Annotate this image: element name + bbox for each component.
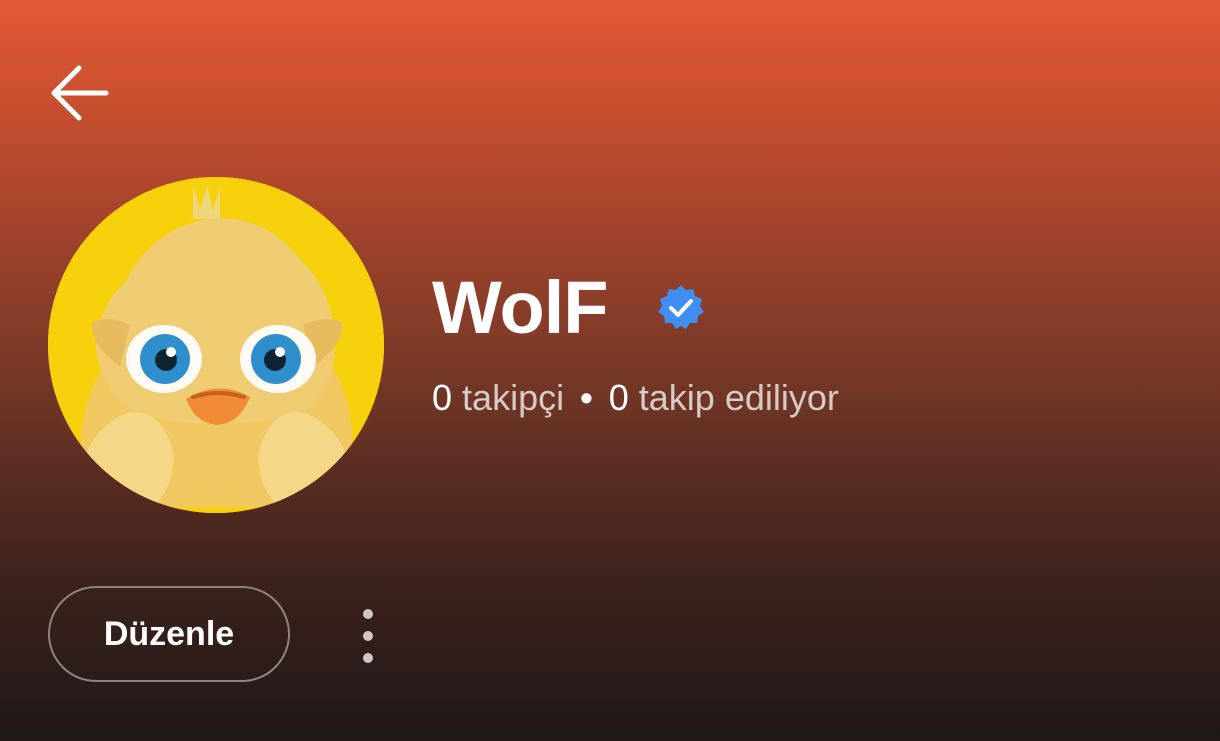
followers-label: takipçi — [462, 377, 565, 418]
following-count: 0 — [608, 377, 629, 418]
verified-badge-icon — [655, 282, 707, 334]
profile-name: WolF — [432, 266, 608, 349]
profile-header: WolF — [432, 264, 707, 352]
arrow-left-icon — [51, 65, 109, 121]
back-button[interactable] — [44, 60, 114, 126]
more-options-button[interactable] — [348, 600, 388, 672]
stats-separator: • — [580, 377, 593, 418]
more-vertical-icon — [363, 609, 373, 663]
profile-stats: 0 takipçi • 0 takip ediliyor — [432, 380, 839, 416]
avatar — [48, 177, 384, 513]
followers-count: 0 — [432, 377, 453, 418]
edit-button[interactable]: Düzenle — [48, 586, 290, 682]
edit-button-label: Düzenle — [103, 614, 235, 653]
following-label: takip ediliyor — [638, 377, 839, 418]
chick-avatar — [48, 177, 384, 513]
